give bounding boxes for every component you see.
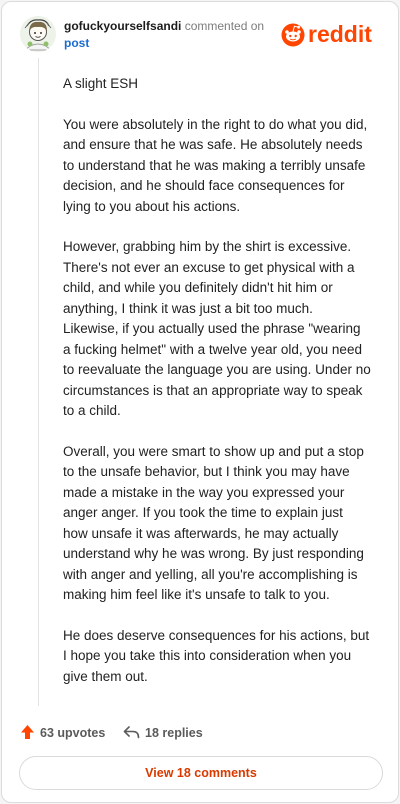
upvote-button[interactable]: 63 upvotes: [20, 722, 105, 744]
reddit-logo[interactable]: reddit: [280, 21, 386, 47]
post-link[interactable]: post: [64, 35, 284, 52]
commented-on-text: commented on: [184, 19, 265, 33]
replies-button[interactable]: 18 replies: [123, 722, 203, 744]
reddit-wordmark: reddit: [308, 21, 372, 47]
comment-paragraph: You were absolutely in the right to do w…: [63, 116, 368, 214]
comment-actions: 63 upvotes 18 replies: [20, 722, 386, 744]
reply-arrow-icon: [123, 725, 140, 742]
comment-paragraph: He does deserve consequences for his act…: [63, 627, 370, 684]
username-link[interactable]: gofuckyourselfsandi: [64, 19, 181, 33]
comment-body: A slight ESH You were absolutely in the …: [63, 74, 371, 707]
comment-card: gofuckyourselfsandi commented on post re…: [1, 1, 399, 803]
upvotes-count: 63 upvotes: [40, 726, 106, 740]
comment-meta: gofuckyourselfsandi commented on post: [64, 18, 284, 52]
view-comments-button[interactable]: View 18 comments: [19, 756, 383, 790]
comment-header: gofuckyourselfsandi commented on post re…: [20, 16, 386, 56]
thread-line: [38, 58, 39, 706]
comment-paragraph: Overall, you were smart to show up and p…: [63, 443, 364, 603]
upvote-arrow-icon: [20, 724, 35, 743]
avatar[interactable]: [20, 16, 56, 52]
reddit-alien-icon: [281, 23, 305, 47]
comment-paragraph: However, grabbing him by the shirt is ex…: [63, 239, 371, 418]
comment-paragraph: A slight ESH: [63, 76, 139, 91]
replies-count: 18 replies: [145, 726, 203, 740]
